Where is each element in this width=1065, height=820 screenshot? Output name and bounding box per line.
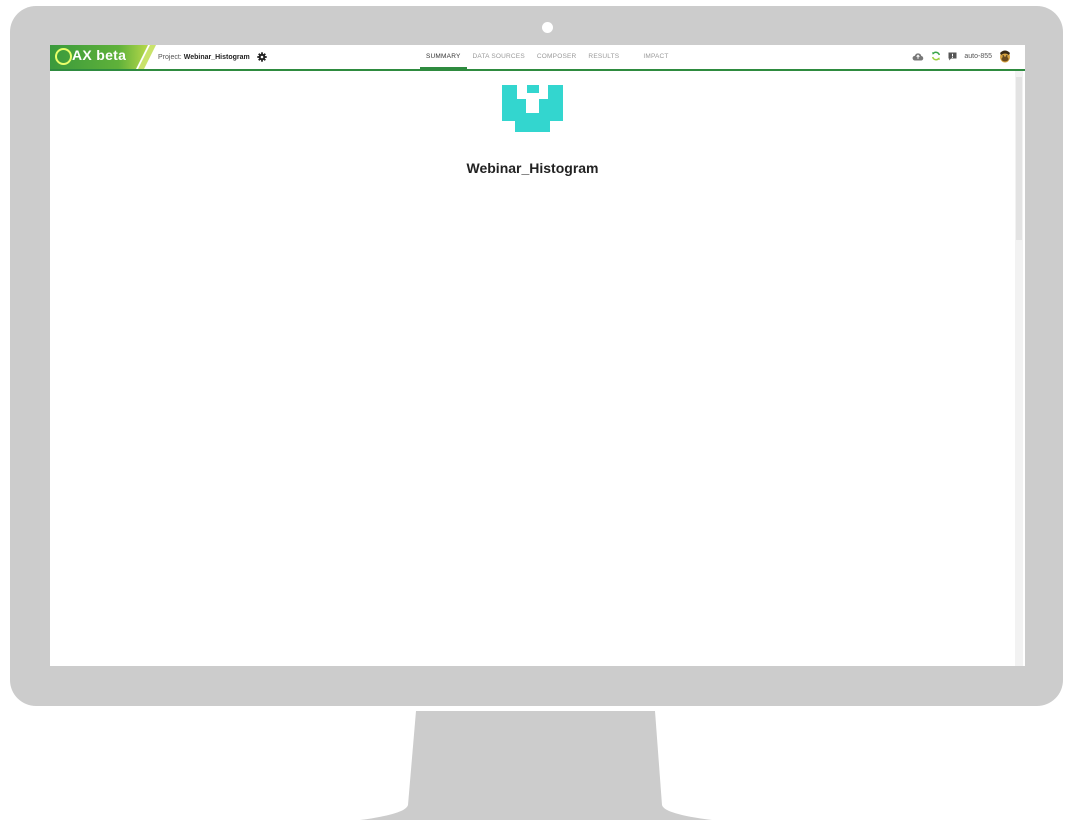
top-navigation-bar: AX beta Project: Webinar_Histogram SUMMA… [50,45,1025,71]
logo-q-icon [55,48,72,65]
username[interactable]: auto-855 [964,53,992,60]
tab-impact[interactable]: IMPACT [637,45,674,69]
project-label: Project: [158,53,182,61]
feedback-icon[interactable] [948,52,957,61]
project-name[interactable]: Webinar_Histogram [184,54,250,61]
app-screen: AX beta Project: Webinar_Histogram SUMMA… [50,45,1025,666]
tab-results[interactable]: RESULTS [582,45,625,69]
monitor-camera [542,22,553,33]
user-avatar[interactable] [999,49,1011,63]
cloud-icon[interactable] [912,52,924,61]
refresh-icon[interactable] [931,51,941,61]
tab-summary[interactable]: SUMMARY [420,45,467,69]
project-info: Project: Webinar_Histogram [158,52,267,62]
project-title: Webinar_Histogram [466,160,599,176]
logo-text: AX beta [72,47,127,63]
header-right-icons: auto-855 [912,49,1011,63]
project-logo-icon [502,85,563,132]
tab-data-sources[interactable]: DATA SOURCES [467,45,531,69]
tab-composer[interactable]: COMPOSER [531,45,583,69]
main-tabs: SUMMARY DATA SOURCES COMPOSER RESULTS IM… [420,45,675,69]
gear-icon[interactable] [257,52,267,62]
scrollbar-thumb[interactable] [1016,77,1022,240]
vertical-scrollbar[interactable] [1015,71,1023,666]
